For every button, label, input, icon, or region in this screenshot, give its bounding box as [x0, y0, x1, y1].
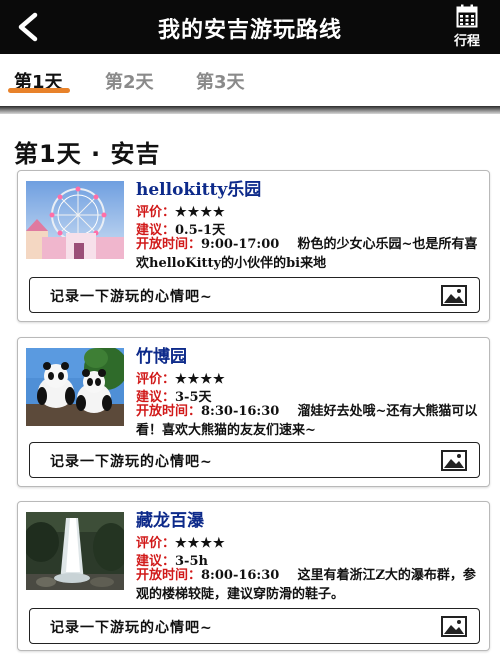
- tab-day-3[interactable]: 第3天: [196, 68, 245, 94]
- mood-placeholder: 记录一下游玩的心情吧~: [50, 620, 213, 636]
- hours-label: 开放时间：: [136, 404, 202, 419]
- attraction-photo: [26, 181, 124, 259]
- rating-stars: ★★★★: [175, 205, 226, 220]
- rating-label: 评价：: [136, 536, 176, 551]
- rating-stars: ★★★★: [175, 536, 226, 551]
- hours-value: 9:00-17:00: [201, 237, 280, 252]
- attraction-name[interactable]: 竹博园: [136, 342, 187, 367]
- rating-row: 评价：★★★★: [136, 368, 226, 387]
- attraction-name[interactable]: 藏龙百瀑: [136, 506, 204, 531]
- attraction-photo: [26, 348, 124, 426]
- rating-row: 评价：★★★★: [136, 532, 226, 551]
- ferris-wheel-photo: [26, 181, 124, 259]
- attraction-card-canglong-waterfall[interactable]: 藏龙百瀑 评价：★★★★ 建议：3-5h 开放时间：8:00-16:30 这里有…: [17, 501, 490, 651]
- mood-placeholder: 记录一下游玩的心情吧~: [50, 289, 213, 305]
- waterfall-photo: [26, 512, 124, 590]
- image-icon[interactable]: [441, 285, 467, 306]
- tab-day-2[interactable]: 第2天: [105, 68, 154, 94]
- hours-and-description: 开放时间：9:00-17:00 粉色的少女心乐园~也是所有喜欢helloKitt…: [136, 235, 484, 273]
- rating-label: 评价：: [136, 205, 176, 220]
- mood-input[interactable]: 记录一下游玩的心情吧~: [29, 442, 480, 478]
- attraction-card-bamboo-park[interactable]: 竹博园 评价：★★★★ 建议：3-5天 开放时间：8:30-16:30 溜娃好去…: [17, 337, 490, 487]
- day-tabs: 第1天 第2天 第3天: [0, 54, 500, 106]
- attraction-name[interactable]: hellokitty乐园: [136, 175, 261, 200]
- tab-divider: [0, 106, 500, 114]
- rating-label: 评价：: [136, 372, 176, 387]
- calendar-icon: [456, 4, 478, 28]
- image-icon[interactable]: [441, 616, 467, 637]
- mood-input[interactable]: 记录一下游玩的心情吧~: [29, 277, 480, 313]
- rating-row: 评价：★★★★: [136, 201, 226, 220]
- rating-stars: ★★★★: [175, 372, 226, 387]
- mood-placeholder: 记录一下游玩的心情吧~: [50, 454, 213, 470]
- hours-and-description: 开放时间：8:30-16:30 溜娃好去处哦~还有大熊猫可以看！喜欢大熊猫的友友…: [136, 402, 484, 440]
- top-bar: 我的安吉游玩路线 行程: [0, 0, 500, 54]
- panda-photo: [26, 348, 124, 426]
- attraction-photo: [26, 512, 124, 590]
- hours-value: 8:30-16:30: [201, 404, 280, 419]
- hours-label: 开放时间：: [136, 237, 202, 252]
- active-tab-indicator: [8, 88, 70, 93]
- itinerary-button[interactable]: 行程: [444, 4, 490, 52]
- section-title: 第1天 · 安吉: [14, 140, 161, 168]
- image-icon[interactable]: [441, 450, 467, 471]
- itinerary-label: 行程: [453, 34, 480, 49]
- mood-input[interactable]: 记录一下游玩的心情吧~: [29, 608, 480, 644]
- hours-value: 8:00-16:30: [201, 568, 280, 583]
- attraction-card-hellokitty[interactable]: hellokitty乐园 评价：★★★★ 建议：0.5-1天 开放时间：9:00…: [17, 170, 490, 322]
- page-title: 我的安吉游玩路线: [157, 18, 342, 43]
- hours-and-description: 开放时间：8:00-16:30 这里有着浙江Z大的瀑布群，参观的楼梯较陡，建议穿…: [136, 566, 484, 604]
- hours-label: 开放时间：: [136, 568, 202, 583]
